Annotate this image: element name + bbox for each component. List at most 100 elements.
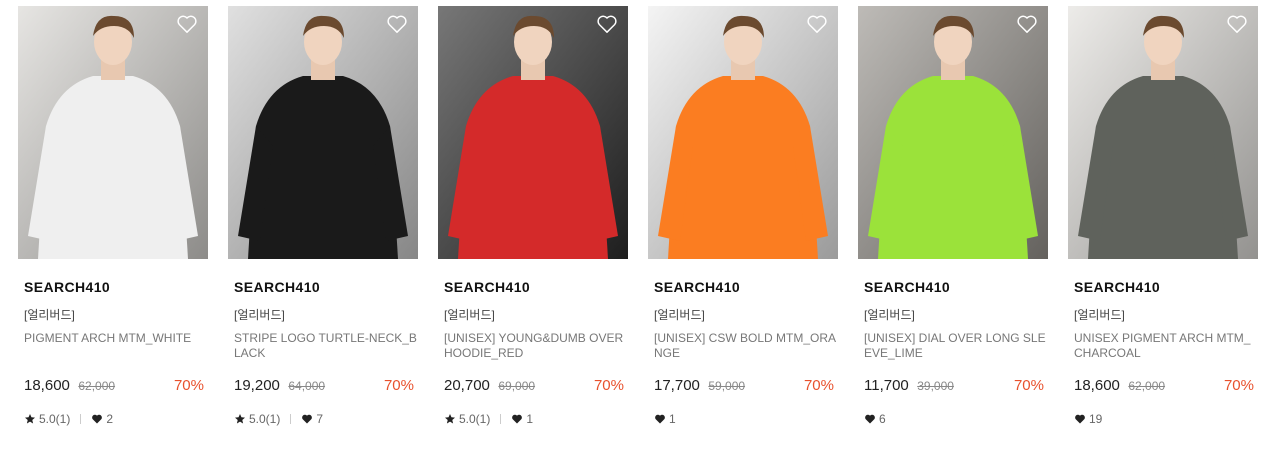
product-meta: 6 [864,411,1048,427]
star-icon [445,414,455,424]
product-meta: 5.0(1) 7 [234,411,418,427]
original-price: 62,000 [1128,379,1166,393]
promo-tag: [얼리버드] [24,308,75,322]
brand-name[interactable]: SEARCH410 [1074,279,1258,297]
heart-filled-icon [865,414,875,424]
model-photo-illustration [18,6,208,259]
product-meta: 5.0(1) 2 [24,411,208,427]
heart-filled-icon [92,414,103,424]
heart-outline-icon[interactable] [596,14,618,34]
rating: 5.0(1) [24,412,70,426]
likes: 2 [91,412,113,426]
original-price: 59,000 [708,379,746,393]
product-meta: 5.0(1) 1 [444,411,628,427]
price-row: 17,700 59,000 70% [654,377,834,397]
promo-tag: [얼리버드] [234,308,285,322]
product-card[interactable]: SEARCH410 [얼리버드] PIGMENT ARCH MTM_WHITE … [18,6,208,427]
discount-rate: 70% [803,377,834,394]
product-name[interactable]: PIGMENT ARCH MTM_WHITE [24,331,208,361]
model-photo-illustration [858,6,1048,259]
meta-divider [500,414,502,424]
product-photo[interactable] [648,6,838,259]
sale-price: 20,700 [444,377,490,394]
brand-name[interactable]: SEARCH410 [24,279,208,297]
likes-count: 1 [669,412,676,426]
sale-price: 18,600 [1074,377,1120,394]
rating: 5.0(1) [234,412,280,426]
discount-rate: 70% [173,377,204,394]
original-price: 39,000 [917,379,954,393]
rating: 5.0(1) [444,412,490,426]
discount-rate: 70% [1223,377,1254,394]
brand-name[interactable]: SEARCH410 [234,279,418,297]
heart-outline-icon[interactable] [176,14,198,34]
product-photo[interactable] [18,6,208,259]
star-icon [25,414,35,424]
likes: 7 [301,412,323,426]
discount-rate: 70% [1013,377,1044,394]
brand-name[interactable]: SEARCH410 [864,279,1048,297]
sale-price: 11,700 [864,377,909,394]
product-card[interactable]: SEARCH410 [얼리버드] [UNISEX] CSW BOLD MTM_O… [648,6,838,427]
price-row: 19,200 64,000 70% [234,377,414,397]
product-card[interactable]: SEARCH410 [얼리버드] [UNISEX] DIAL OVER LONG… [858,6,1048,427]
product-name[interactable]: [UNISEX] YOUNG&DUMB OVER HOODIE_RED [444,331,628,361]
heart-filled-icon [655,414,665,424]
product-name[interactable]: UNISEX PIGMENT ARCH MTM_CHARCOAL [1074,331,1258,361]
meta-divider [290,414,292,424]
heart-filled-icon [512,414,523,424]
rating-value: 5.0(1) [459,412,491,426]
sale-price: 19,200 [234,377,280,394]
product-name[interactable]: [UNISEX] DIAL OVER LONG SLEEVE_LIME [864,331,1048,361]
price-row: 18,600 62,000 70% [1074,377,1254,397]
model-photo-illustration [1068,6,1258,259]
heart-outline-icon[interactable] [386,14,408,34]
product-meta: 19 [1074,411,1258,427]
discount-rate: 70% [383,377,414,394]
product-card[interactable]: SEARCH410 [얼리버드] [UNISEX] YOUNG&DUMB OVE… [438,6,628,427]
product-photo[interactable] [858,6,1048,259]
likes-count: 1 [526,412,534,426]
brand-name[interactable]: SEARCH410 [654,279,838,297]
heart-outline-icon[interactable] [806,14,828,34]
product-photo[interactable] [1068,6,1258,259]
product-photo[interactable] [228,6,418,259]
price-row: 20,700 69,000 70% [444,377,624,397]
rating-value: 5.0(1) [39,412,71,426]
likes: 6 [864,412,886,426]
product-meta: 1 [654,411,838,427]
promo-tag: [얼리버드] [444,308,495,322]
price-row: 11,700 39,000 70% [864,377,1044,397]
original-price: 64,000 [288,379,326,393]
sale-price: 17,700 [654,377,700,394]
model-photo-illustration [648,6,838,259]
model-photo-illustration [438,6,628,259]
likes-count: 2 [106,412,114,426]
product-card[interactable]: SEARCH410 [얼리버드] STRIPE LOGO TURTLE-NECK… [228,6,418,427]
product-card[interactable]: SEARCH410 [얼리버드] UNISEX PIGMENT ARCH MTM… [1068,6,1258,427]
heart-filled-icon [1075,414,1085,424]
likes-count: 19 [1089,412,1103,426]
product-photo[interactable] [438,6,628,259]
promo-tag: [얼리버드] [864,308,915,322]
promo-tag: [얼리버드] [1074,308,1125,322]
brand-name[interactable]: SEARCH410 [444,279,628,297]
promo-tag: [얼리버드] [654,308,705,322]
likes-count: 7 [316,412,324,426]
original-price: 69,000 [498,379,536,393]
product-name[interactable]: [UNISEX] CSW BOLD MTM_ORANGE [654,331,838,361]
heart-outline-icon[interactable] [1016,14,1038,34]
meta-divider [80,414,82,424]
price-row: 18,600 62,000 70% [24,377,204,397]
original-price: 62,000 [78,379,116,393]
likes-count: 6 [879,412,886,426]
star-icon [235,414,245,424]
product-name[interactable]: STRIPE LOGO TURTLE-NECK_BLACK [234,331,418,361]
heart-outline-icon[interactable] [1226,14,1248,34]
discount-rate: 70% [593,377,624,394]
sale-price: 18,600 [24,377,70,394]
rating-value: 5.0(1) [249,412,281,426]
likes: 1 [654,412,676,426]
heart-filled-icon [302,414,313,424]
likes: 19 [1074,412,1102,426]
